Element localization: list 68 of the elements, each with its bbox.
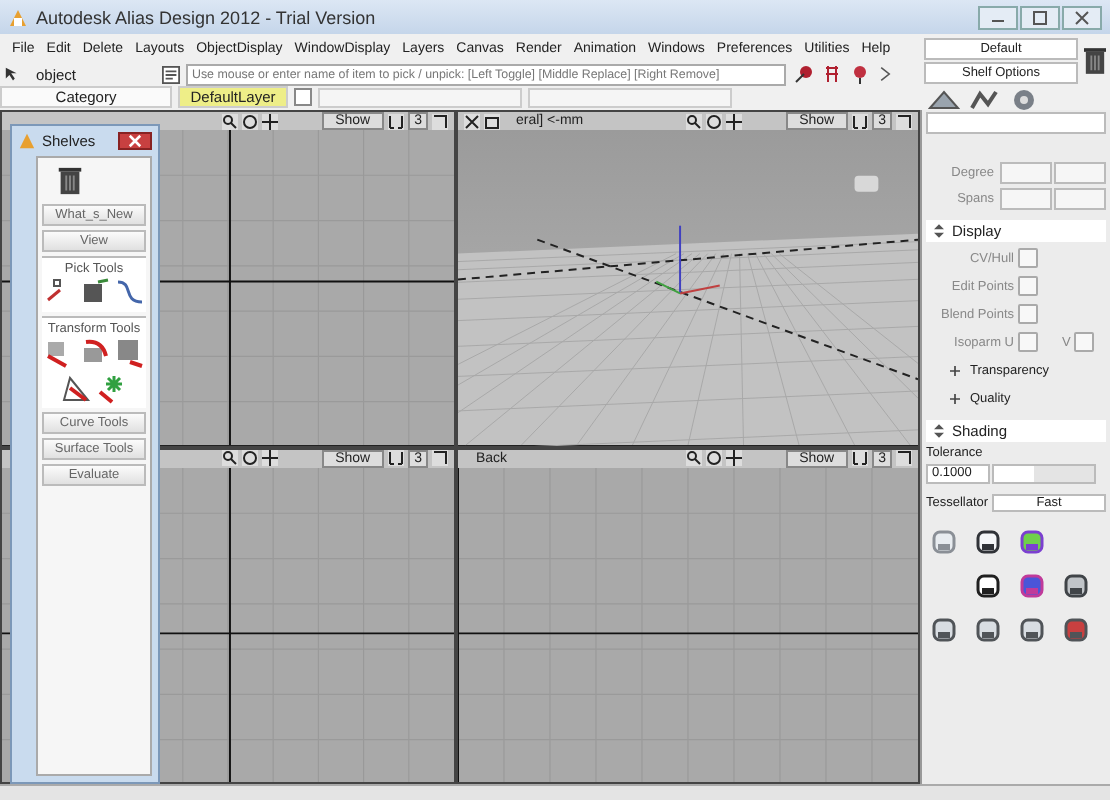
shading-mode-icon[interactable] bbox=[974, 616, 1002, 644]
pan-icon[interactable] bbox=[725, 113, 742, 129]
transform-tool-icon[interactable] bbox=[60, 372, 92, 404]
window-title: Autodesk Alias Design 2012 - Trial Version bbox=[36, 7, 376, 27]
camera-icon[interactable] bbox=[484, 113, 500, 129]
grid-icon[interactable] bbox=[852, 450, 869, 466]
tolerance-slider[interactable] bbox=[992, 464, 1096, 484]
transform-tool-icon[interactable] bbox=[96, 372, 128, 404]
collapse-icon bbox=[934, 224, 944, 238]
maximize-view-icon[interactable] bbox=[432, 450, 448, 466]
input-field[interactable] bbox=[1000, 188, 1052, 210]
input-field[interactable] bbox=[1054, 162, 1106, 184]
collapse-icon bbox=[934, 424, 944, 438]
shading-mode-icon[interactable] bbox=[930, 616, 958, 644]
maximize-view-icon[interactable] bbox=[432, 113, 448, 129]
prompt-history-icon[interactable] bbox=[162, 65, 180, 83]
close-button[interactable] bbox=[118, 132, 152, 150]
app-logo-icon bbox=[8, 7, 28, 27]
expand-icon[interactable] bbox=[950, 365, 960, 375]
pan-icon[interactable] bbox=[261, 113, 278, 129]
shelf-tool-icon[interactable] bbox=[968, 88, 1000, 112]
shading-mode-icon[interactable] bbox=[974, 572, 1002, 600]
pick-tool-icon[interactable] bbox=[78, 276, 110, 308]
grid-icon[interactable] bbox=[388, 113, 405, 129]
chevron-right-icon[interactable] bbox=[878, 64, 894, 84]
pick-tool-icon[interactable] bbox=[114, 276, 146, 308]
frame-icon[interactable] bbox=[241, 113, 258, 129]
close-view-icon[interactable] bbox=[464, 113, 480, 129]
zoom-icon[interactable] bbox=[221, 450, 238, 466]
transform-tool-icon[interactable] bbox=[114, 336, 146, 368]
expand-icon[interactable] bbox=[950, 393, 960, 403]
zoom-icon[interactable] bbox=[685, 113, 702, 129]
shading-mode-icon[interactable] bbox=[1062, 616, 1090, 644]
trash-icon[interactable] bbox=[1084, 46, 1106, 76]
maximize-view-icon[interactable] bbox=[896, 113, 912, 129]
close-icon bbox=[1074, 9, 1090, 25]
close-button[interactable] bbox=[1062, 5, 1102, 29]
shading-mode-icon[interactable] bbox=[1018, 616, 1046, 644]
zoom-icon[interactable] bbox=[685, 450, 702, 466]
pick-tool-icon[interactable] bbox=[850, 64, 870, 84]
frame-icon[interactable] bbox=[705, 113, 722, 129]
checkbox[interactable] bbox=[1018, 276, 1038, 296]
shading-mode-icon[interactable] bbox=[974, 528, 1002, 556]
frame-icon[interactable] bbox=[705, 450, 722, 466]
minimize-button[interactable] bbox=[978, 5, 1018, 29]
pan-icon[interactable] bbox=[261, 450, 278, 466]
maximize-view-icon[interactable] bbox=[896, 450, 912, 466]
checkbox[interactable] bbox=[1074, 332, 1095, 352]
maximize-button[interactable] bbox=[1020, 5, 1060, 29]
grid-icon[interactable] bbox=[852, 113, 869, 129]
trash-icon[interactable] bbox=[58, 166, 82, 196]
checkbox[interactable] bbox=[1018, 248, 1038, 268]
checkbox[interactable] bbox=[1018, 332, 1038, 352]
frame-icon[interactable] bbox=[241, 450, 258, 466]
shelf-tool-icon[interactable] bbox=[1008, 88, 1040, 112]
grid-icon[interactable] bbox=[388, 450, 405, 466]
pick-tool-icon[interactable] bbox=[794, 64, 814, 84]
maximize-icon bbox=[1032, 9, 1048, 25]
input-field[interactable] bbox=[1000, 162, 1052, 184]
input-field[interactable] bbox=[1054, 188, 1106, 210]
shading-mode-icon[interactable] bbox=[1062, 572, 1090, 600]
pan-icon[interactable] bbox=[725, 450, 742, 466]
checkbox[interactable] bbox=[1018, 304, 1038, 324]
zoom-icon[interactable] bbox=[221, 113, 238, 129]
close-icon bbox=[128, 134, 142, 148]
transform-tool-icon[interactable] bbox=[78, 336, 110, 368]
pick-tool-icon[interactable] bbox=[822, 64, 842, 84]
layer-checkbox[interactable] bbox=[294, 88, 312, 106]
